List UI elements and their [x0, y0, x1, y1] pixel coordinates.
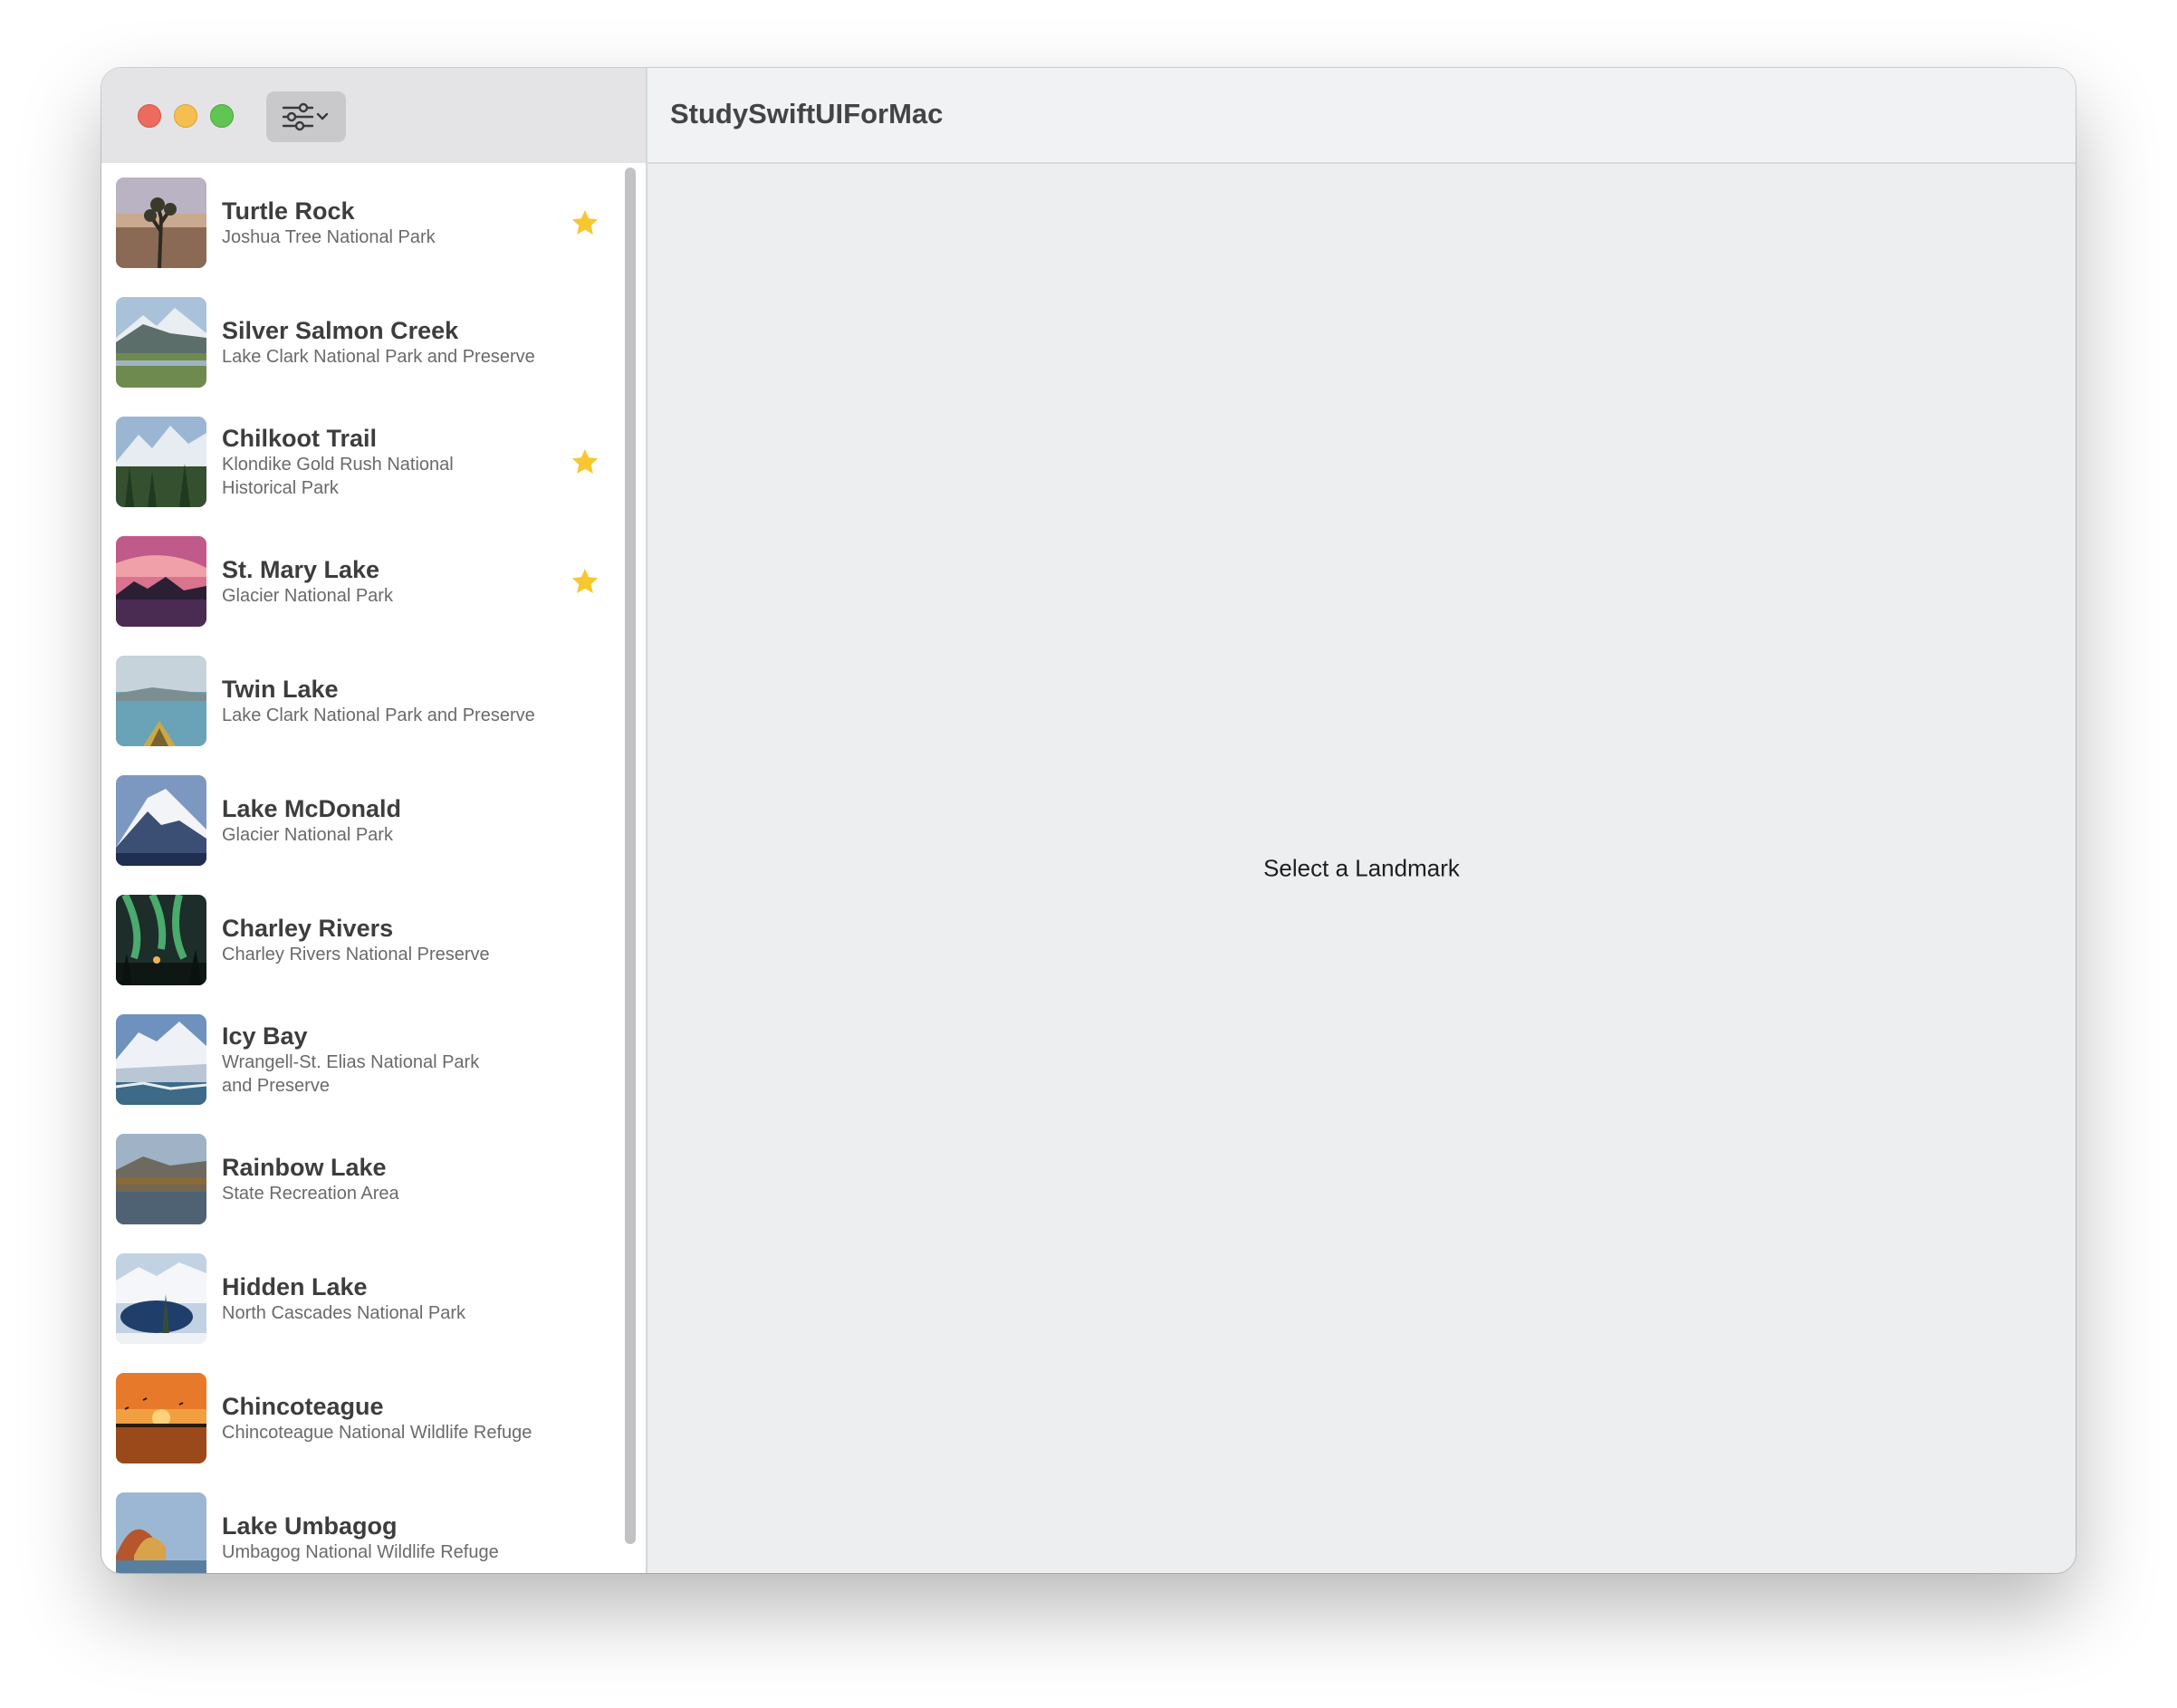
- favorite-star-icon: [571, 449, 599, 474]
- filter-sliders-icon: [282, 102, 329, 131]
- landmark-text: Turtle Rock Joshua Tree National Park: [222, 163, 575, 283]
- landmark-name: Charley Rivers: [222, 915, 394, 942]
- landmark-text: Lake McDonald Glacier National Park: [222, 761, 575, 880]
- landmark-thumbnail: [116, 536, 206, 627]
- landmark-row[interactable]: Rainbow Lake State Recreation Area: [101, 1119, 646, 1239]
- sidebar: Turtle Rock Joshua Tree National Park Silv…: [101, 68, 646, 1573]
- favorite-star-icon: [571, 569, 599, 593]
- landmark-thumbnail: [116, 895, 206, 985]
- landmark-name: St. Mary Lake: [222, 556, 380, 583]
- landmark-list[interactable]: Turtle Rock Joshua Tree National Park Silv…: [101, 163, 646, 1573]
- landmark-name: Chincoteague: [222, 1393, 384, 1420]
- landmark-row[interactable]: Charley Rivers Charley Rivers National Pr…: [101, 880, 646, 1000]
- landmark-row[interactable]: Twin Lake Lake Clark National Park and Pr…: [101, 641, 646, 761]
- landmark-thumbnail: [116, 178, 206, 268]
- minimize-window-button[interactable]: [174, 104, 197, 128]
- landmark-park: North Cascades National Park: [222, 1303, 466, 1323]
- landmark-text: Lake Umbagog Umbagog National Wildlife Re…: [222, 1478, 575, 1573]
- landmark-text: Twin Lake Lake Clark National Park and Pr…: [222, 641, 575, 761]
- favorite-star-icon: [571, 210, 599, 235]
- landmark-text: Icy Bay Wrangell-St. Elias National Park …: [222, 1000, 575, 1119]
- landmark-name: Rainbow Lake: [222, 1154, 387, 1181]
- landmark-name: Lake McDonald: [222, 795, 402, 822]
- detail-placeholder-text: Select a Landmark: [1263, 854, 1460, 882]
- landmark-text: Chilkoot Trail Klondike Gold Rush Nationa…: [222, 402, 575, 522]
- landmark-thumbnail: [116, 417, 206, 507]
- landmark-thumbnail: [116, 656, 206, 746]
- landmark-text: Hidden Lake North Cascades National Park: [222, 1239, 575, 1358]
- landmark-park: Umbagog National Wildlife Refuge: [222, 1542, 499, 1562]
- landmark-text: Chincoteague Chincoteague National Wildli…: [222, 1358, 575, 1478]
- landmark-park: Charley Rivers National Preserve: [222, 945, 490, 964]
- landmark-park: Lake Clark National Park and Preserve: [222, 705, 535, 725]
- landmark-row[interactable]: Turtle Rock Joshua Tree National Park: [101, 163, 646, 283]
- landmark-row[interactable]: Icy Bay Wrangell-St. Elias National Park …: [101, 1000, 646, 1119]
- landmark-park: Klondike Gold Rush National Historical P…: [222, 455, 454, 498]
- landmark-park: Lake Clark National Park and Preserve: [222, 347, 535, 367]
- landmark-row[interactable]: Chilkoot Trail Klondike Gold Rush Nationa…: [101, 402, 646, 522]
- landmark-name: Icy Bay: [222, 1022, 308, 1050]
- landmark-text: St. Mary Lake Glacier National Park: [222, 522, 575, 641]
- sidebar-scrollbar-thumb[interactable]: [625, 168, 636, 1544]
- landmark-thumbnail: [116, 1373, 206, 1463]
- landmark-row[interactable]: Lake Umbagog Umbagog National Wildlife Re…: [101, 1478, 646, 1573]
- landmark-row[interactable]: Lake McDonald Glacier National Park: [101, 761, 646, 880]
- landmark-name: Lake Umbagog: [222, 1512, 398, 1540]
- landmark-name: Twin Lake: [222, 676, 339, 703]
- window-title: StudySwiftUIForMac: [670, 98, 944, 130]
- landmark-thumbnail: [116, 1253, 206, 1344]
- close-window-button[interactable]: [138, 104, 161, 128]
- landmark-row[interactable]: Chincoteague Chincoteague National Wildli…: [101, 1358, 646, 1478]
- landmark-name: Silver Salmon Creek: [222, 317, 459, 344]
- landmark-name: Turtle Rock: [222, 197, 355, 225]
- filter-menu-button[interactable]: [266, 91, 346, 142]
- zoom-window-button[interactable]: [210, 104, 234, 128]
- landmark-thumbnail: [116, 1134, 206, 1224]
- landmark-text: Charley Rivers Charley Rivers National Pr…: [222, 880, 575, 1000]
- sidebar-scrollbar[interactable]: [623, 168, 636, 1544]
- landmark-park: Wrangell-St. Elias National Park and Pre…: [222, 1052, 480, 1096]
- landmark-name: Chilkoot Trail: [222, 425, 378, 452]
- landmark-name: Hidden Lake: [222, 1273, 368, 1300]
- app-window: Turtle Rock Joshua Tree National Park Silv…: [101, 68, 2076, 1573]
- sidebar-titlebar: [101, 68, 646, 163]
- landmark-thumbnail: [116, 775, 206, 866]
- landmark-thumbnail: [116, 1492, 206, 1573]
- landmark-row[interactable]: Hidden Lake North Cascades National Park: [101, 1239, 646, 1358]
- landmark-park: Glacier National Park: [222, 825, 393, 845]
- landmark-row[interactable]: Silver Salmon Creek Lake Clark National P…: [101, 283, 646, 402]
- landmark-park: Chincoteague National Wildlife Refuge: [222, 1423, 532, 1443]
- landmark-thumbnail: [116, 1014, 206, 1105]
- landmark-row[interactable]: St. Mary Lake Glacier National Park: [101, 522, 646, 641]
- landmark-park: State Recreation Area: [222, 1184, 399, 1204]
- landmark-text: Rainbow Lake State Recreation Area: [222, 1119, 575, 1239]
- landmark-park: Joshua Tree National Park: [222, 227, 436, 247]
- landmark-text: Silver Salmon Creek Lake Clark National P…: [222, 283, 575, 402]
- detail-toolbar: StudySwiftUIForMac: [647, 68, 2076, 164]
- detail-pane: Select a Landmark: [647, 164, 2076, 1573]
- landmark-thumbnail: [116, 297, 206, 388]
- landmark-park: Glacier National Park: [222, 586, 393, 606]
